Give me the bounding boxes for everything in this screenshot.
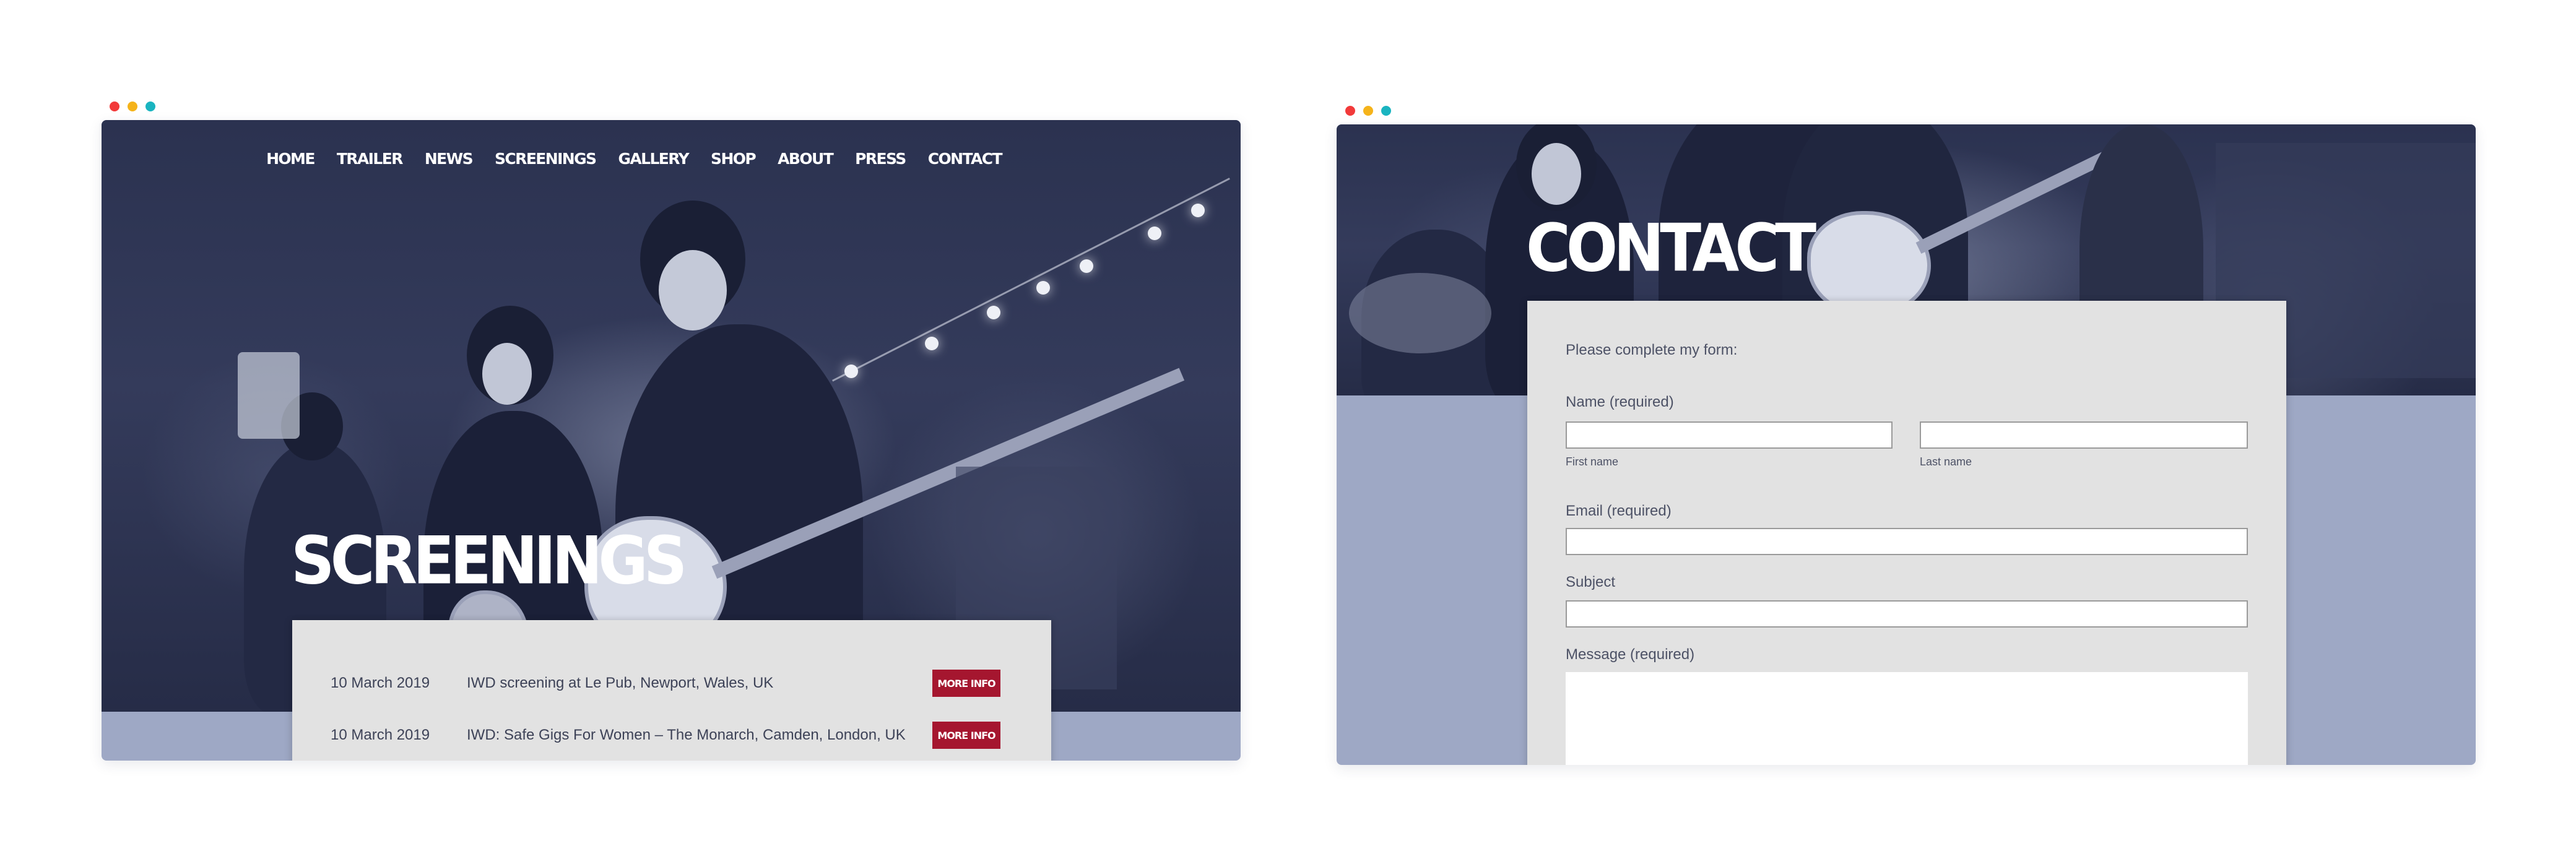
event-date: 10 March 2019 — [331, 675, 430, 691]
list-item: 10 March 2019 IWD: Safe Gigs For Women –… — [331, 722, 1000, 749]
main-nav: HOME TRAILER NEWS SCREENINGS GALLERY SHO… — [102, 150, 1241, 168]
maximize-dot[interactable] — [1381, 106, 1391, 116]
contact-form: Please complete my form: Name (required)… — [1527, 301, 2286, 765]
nav-shop[interactable]: SHOP — [711, 150, 757, 168]
nav-home[interactable]: HOME — [266, 150, 315, 168]
last-name-sublabel: Last name — [1920, 455, 1972, 468]
first-name-field[interactable] — [1566, 421, 1893, 449]
event-title: IWD screening at Le Pub, Newport, Wales,… — [467, 675, 774, 691]
screenings-window: HOME TRAILER NEWS SCREENINGS GALLERY SHO… — [102, 120, 1241, 761]
page-title: CONTACT — [1526, 210, 1816, 287]
message-field[interactable] — [1566, 672, 2248, 765]
nav-trailer[interactable]: TRAILER — [337, 150, 404, 168]
close-dot[interactable] — [1345, 106, 1355, 116]
subject-field[interactable] — [1566, 600, 2248, 628]
form-intro: Please complete my form: — [1566, 342, 1738, 358]
event-date: 10 March 2019 — [331, 727, 430, 743]
minimize-dot[interactable] — [128, 101, 137, 111]
more-info-button[interactable]: MORE INFO — [932, 722, 1000, 749]
more-info-button[interactable]: MORE INFO — [932, 670, 1000, 697]
name-label: Name (required) — [1566, 394, 1674, 410]
nav-news[interactable]: NEWS — [425, 150, 474, 168]
contact-window: CONTACT Please complete my form: Name (r… — [1337, 124, 2476, 765]
close-dot[interactable] — [110, 101, 119, 111]
minimize-dot[interactable] — [1363, 106, 1373, 116]
window-controls — [110, 101, 155, 111]
page-title: SCREENINGS — [291, 523, 687, 600]
nav-screenings[interactable]: SCREENINGS — [495, 150, 597, 168]
list-item: 10 March 2019 IWD screening at Le Pub, N… — [331, 670, 1000, 697]
email-label: Email (required) — [1566, 503, 1672, 519]
event-title: IWD: Safe Gigs For Women – The Monarch, … — [467, 727, 906, 743]
screenings-list: 10 March 2019 IWD screening at Le Pub, N… — [292, 620, 1051, 761]
subject-label: Subject — [1566, 574, 1616, 590]
maximize-dot[interactable] — [145, 101, 155, 111]
last-name-field[interactable] — [1920, 421, 2248, 449]
nav-gallery[interactable]: GALLERY — [618, 150, 689, 168]
nav-press[interactable]: PRESS — [855, 150, 906, 168]
window-controls — [1345, 106, 1391, 116]
message-label: Message (required) — [1566, 646, 1695, 663]
first-name-sublabel: First name — [1566, 455, 1619, 468]
email-field[interactable] — [1566, 528, 2248, 555]
nav-contact[interactable]: CONTACT — [928, 150, 1003, 168]
nav-about[interactable]: ABOUT — [778, 150, 834, 168]
